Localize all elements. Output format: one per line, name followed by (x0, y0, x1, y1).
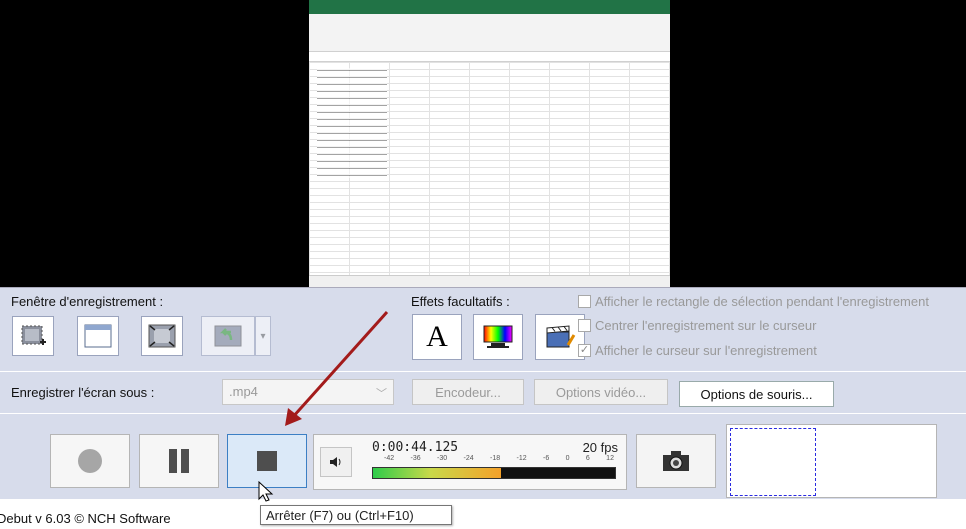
text-caption-button[interactable]: A (412, 314, 462, 360)
save-as-bar: Enregistrer l'écran sous : .mp4 ﹀ Encode… (0, 371, 966, 413)
audio-level-meter (372, 467, 616, 479)
meter-tick-label: -18 (490, 455, 501, 462)
video-options-button[interactable]: Options vidéo... (534, 379, 668, 405)
checkbox-box[interactable] (578, 295, 591, 308)
excel-formula-bar (309, 52, 670, 62)
clapperboard-icon (546, 325, 576, 348)
format-select[interactable]: .mp4 ﹀ (222, 379, 394, 405)
checkbox-box[interactable] (578, 319, 591, 332)
fullscreen-button[interactable] (141, 316, 183, 356)
text-icon: A (426, 320, 448, 353)
pause-button[interactable] (139, 434, 219, 488)
version-text: Debut v 6.03 © NCH Software (0, 511, 171, 526)
stop-tooltip: Arrêter (F7) ou (Ctrl+F10) (260, 505, 452, 525)
chevron-down-icon: ﹀ (376, 388, 387, 400)
stop-button[interactable] (227, 434, 307, 488)
capture-controls: Fenêtre d'enregistrement : Effets facult… (0, 287, 966, 371)
meter-tick-label: -30 (437, 455, 448, 462)
camera-icon (663, 451, 689, 471)
record-icon (78, 449, 102, 473)
optional-effects-label: Effets facultatifs : (411, 294, 510, 309)
meter-ticks: -42 -36 -30 -24 -18 -12 -6 0 6 12 (384, 455, 614, 465)
recording-bar: 0:00:44.125 20 fps -42 -36 -30 -24 -18 -12 -6 0… (0, 413, 966, 499)
meter-tick-label: -6 (543, 455, 550, 462)
fullscreen-icon (148, 324, 176, 348)
checkbox-label: Afficher le curseur sur l'enregistrement (595, 343, 817, 358)
recording-status-panel: 0:00:44.125 20 fps -42 -36 -30 -24 -18 -12 -6 0… (313, 434, 627, 490)
meter-tick-label: -36 (410, 455, 421, 462)
format-value: .mp4 (229, 384, 258, 399)
excel-title-bar (309, 0, 670, 14)
screen-preview (0, 0, 966, 287)
select-window-button[interactable] (77, 316, 119, 356)
encoder-button[interactable]: Encodeur... (412, 379, 524, 405)
frame-rate: 20 fps (582, 440, 618, 455)
checkmark-icon[interactable]: ✓ (578, 344, 591, 357)
meter-tick-label: 0 (565, 455, 570, 462)
region-preview[interactable] (726, 424, 937, 498)
excel-ribbon (309, 14, 670, 52)
show-cursor-checkbox[interactable]: ✓ Afficher le curseur sur l'enregistreme… (578, 343, 817, 358)
previous-region-dropdown[interactable]: ▾ (255, 316, 271, 356)
mouse-options-button[interactable]: Options de souris... (679, 381, 834, 407)
footer: Debut v 6.03 © NCH Software (0, 499, 966, 529)
meter-tick-label: -12 (516, 455, 527, 462)
recording-window-label: Fenêtre d'enregistrement : (11, 294, 164, 309)
meter-tick-label: -42 (384, 455, 395, 462)
window-icon (84, 324, 112, 348)
region-selection-outline (730, 428, 816, 496)
chevron-down-icon: ▾ (260, 330, 266, 342)
save-as-label: Enregistrer l'écran sous : (11, 385, 155, 400)
snapshot-button[interactable] (636, 434, 716, 488)
excel-status-bar (309, 275, 670, 287)
excel-cell-data (317, 68, 387, 178)
captured-excel-thumbnail (309, 0, 670, 287)
previous-region-button[interactable] (201, 316, 255, 356)
checkbox-label: Afficher le rectangle de sélection penda… (595, 294, 929, 309)
undo-region-icon (214, 325, 242, 347)
select-region-button[interactable] (12, 316, 54, 356)
elapsed-time: 0:00:44.125 (372, 440, 459, 455)
pause-icon (169, 449, 189, 473)
record-button[interactable] (50, 434, 130, 488)
stop-icon (257, 451, 277, 471)
meter-tick-label: 12 (606, 455, 614, 462)
checkbox-label: Centrer l'enregistrement sur le curseur (595, 318, 817, 333)
audio-level-fill (373, 468, 502, 478)
region-select-icon (21, 325, 46, 345)
meter-tick-label: -24 (463, 455, 474, 462)
color-spectrum-icon (483, 325, 513, 348)
speaker-icon (330, 457, 341, 467)
color-adjust-button[interactable] (473, 314, 523, 360)
show-selection-rect-checkbox[interactable]: Afficher le rectangle de sélection penda… (578, 294, 929, 309)
center-on-cursor-checkbox[interactable]: Centrer l'enregistrement sur le curseur (578, 318, 816, 333)
mute-button[interactable] (320, 447, 352, 477)
meter-tick-label: 6 (585, 455, 590, 462)
